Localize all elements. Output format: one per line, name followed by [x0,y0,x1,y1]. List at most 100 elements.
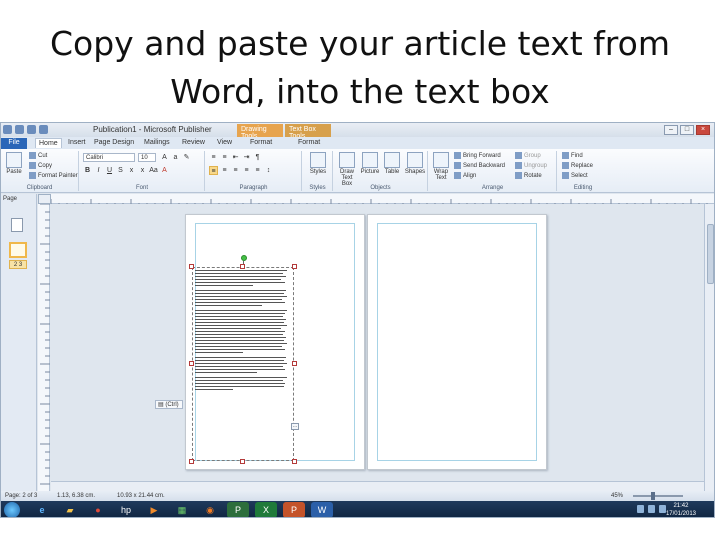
tab-home[interactable]: Home [35,138,62,148]
font-color-icon[interactable]: A [160,166,169,175]
clear-format-icon[interactable]: ✎ [182,153,191,162]
vertical-scrollbar[interactable] [704,204,714,491]
tab-insert[interactable]: Insert [65,138,89,147]
wrap-text-button[interactable]: Wrap Text [431,152,451,181]
clock[interactable]: 21:42 17/01/2013 [666,502,696,517]
vertical-ruler[interactable] [38,203,50,491]
subscript-icon[interactable]: x [127,166,136,175]
send-backward-button[interactable]: Send Backward [454,162,505,169]
tab-mailings[interactable]: Mailings [141,138,173,147]
publisher-icon[interactable]: P [227,502,249,517]
status-page[interactable]: Page: 2 of 3 [5,493,37,499]
decrease-indent-icon[interactable]: ⇤ [231,153,240,162]
font-size-select[interactable]: 10 [138,153,156,162]
volume-icon[interactable] [648,505,655,513]
horizontal-scrollbar[interactable] [51,481,704,491]
firefox-icon[interactable]: ◉ [199,502,221,517]
page-thumbnail-2-3[interactable] [9,242,27,258]
vertical-scroll-thumb[interactable] [707,224,714,284]
increase-indent-icon[interactable]: ⇥ [242,153,251,162]
ungroup-button[interactable]: Ungroup [515,162,547,169]
numbering-icon[interactable]: ≡ [220,153,229,162]
select-button[interactable]: Select [562,172,588,179]
paste-options-button[interactable]: ▤ (Ctrl) [155,400,183,409]
tab-page-design[interactable]: Page Design [91,138,137,147]
ruler-corner[interactable] [38,194,51,204]
align-left-icon[interactable]: ≡ [209,166,218,175]
save-icon[interactable] [15,125,24,134]
app-icon[interactable] [3,125,12,134]
justify-icon[interactable]: ≡ [242,166,251,175]
italic-icon[interactable]: I [94,166,103,175]
format-painter-button[interactable]: Format Painter [29,172,78,179]
picture-button[interactable]: Picture [360,152,380,175]
chrome-icon[interactable]: ● [87,502,109,517]
shapes-button[interactable]: Shapes [404,152,426,175]
ie-icon[interactable]: e [31,502,53,517]
table-button[interactable]: Table [382,152,402,175]
text-overflow-icon[interactable]: … [291,423,299,430]
tab-review[interactable]: Review [179,138,208,147]
replace-button[interactable]: Replace [562,162,593,169]
zoom-slider[interactable] [633,492,683,500]
group-button[interactable]: Group [515,152,541,159]
underline-icon[interactable]: U [105,166,114,175]
align-button[interactable]: Align [454,172,476,179]
excel-icon[interactable]: X [255,502,277,517]
minimize-button[interactable]: – [664,125,678,135]
bullets-icon[interactable]: ≡ [209,153,218,162]
page-thumbnail-1[interactable] [11,218,23,232]
resize-handle-n[interactable] [240,264,245,269]
bold-icon[interactable]: B [83,166,92,175]
calculator-icon[interactable]: ▦ [171,502,193,517]
page-3[interactable] [367,214,547,470]
network-icon[interactable] [637,505,644,513]
tab-file[interactable]: File [1,138,27,149]
align-right-icon[interactable]: ≡ [231,166,240,175]
copy-button[interactable]: Copy [29,162,52,169]
rotate-button[interactable]: Rotate [515,172,542,179]
flag-icon[interactable] [659,505,666,513]
styles-button[interactable]: Styles [307,152,329,175]
shrink-font-icon[interactable]: a [171,153,180,162]
rotate-handle[interactable] [241,255,247,261]
hp-icon[interactable]: hp [115,502,137,517]
grow-font-icon[interactable]: A [160,153,169,162]
resize-handle-sw[interactable] [189,459,194,464]
undo-icon[interactable] [27,125,36,134]
maximize-button[interactable]: □ [680,125,694,135]
show-hide-icon[interactable]: ¶ [253,153,262,162]
zoom-level[interactable]: 45% [611,493,623,499]
zoom-slider-knob[interactable] [651,492,655,500]
resize-handle-ne[interactable] [292,264,297,269]
distribute-icon[interactable]: ≡ [253,166,262,175]
line-spacing-icon[interactable]: ↕ [264,166,273,175]
start-icon[interactable] [4,502,20,517]
powerpoint-icon[interactable]: P [283,502,305,517]
resize-handle-w[interactable] [189,361,194,366]
media-icon[interactable]: ▶ [143,502,165,517]
article-text-box[interactable]: … [189,255,299,464]
pasted-article-text[interactable] [195,270,291,458]
redo-icon[interactable] [39,125,48,134]
explorer-icon[interactable]: ▰ [59,502,81,517]
horizontal-ruler[interactable] [50,194,714,207]
document-canvas[interactable]: … ▤ (Ctrl) [51,204,714,491]
paste-button[interactable]: Paste [4,152,24,175]
align-center-icon[interactable]: ≡ [220,166,229,175]
tab-view[interactable]: View [214,138,235,147]
strikethrough-icon[interactable]: S [116,166,125,175]
resize-handle-se[interactable] [292,459,297,464]
bring-forward-button[interactable]: Bring Forward [454,152,501,159]
find-button[interactable]: Find [562,152,583,159]
close-button[interactable]: × [696,125,710,135]
change-case-icon[interactable]: Aa [149,166,158,175]
cut-button[interactable]: Cut [29,152,47,159]
font-name-select[interactable]: Calibri [83,153,135,162]
tab-format-textbox[interactable]: Format [295,138,323,147]
word-icon[interactable]: W [311,502,333,517]
draw-text-box-button[interactable]: Draw Text Box [336,152,358,187]
resize-handle-s[interactable] [240,459,245,464]
resize-handle-e[interactable] [292,361,297,366]
superscript-icon[interactable]: x [138,166,147,175]
